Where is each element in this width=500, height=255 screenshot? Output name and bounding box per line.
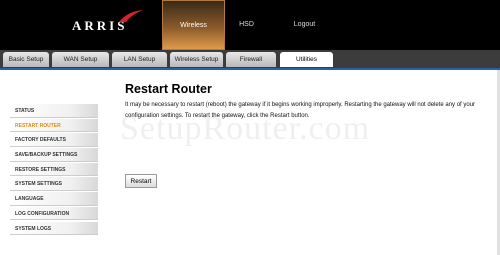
sub-navigation: Basic Setup WAN Setup LAN Setup Wireless…: [0, 50, 500, 68]
sidebar-item-restore-settings[interactable]: RESTORE SETTINGS: [10, 162, 98, 177]
restart-button[interactable]: Restart: [125, 174, 157, 188]
sidebar-item-system-logs[interactable]: SYSTEM LOGS: [10, 221, 98, 235]
tab-hsd[interactable]: HSD: [215, 0, 278, 50]
sidebar-item-save-backup-settings[interactable]: SAVE/BACKUP SETTINGS: [10, 148, 98, 162]
page-title: Restart Router: [125, 82, 212, 96]
nav-divider: [0, 68, 500, 70]
subtab-wireless-setup[interactable]: Wireless Setup: [170, 52, 223, 67]
sidebar-item-restart-router[interactable]: RESTART ROUTER: [10, 118, 98, 133]
sidebar-item-factory-defaults[interactable]: FACTORY DEFAULTS: [10, 133, 98, 147]
sidebar-item-language[interactable]: LANGUAGE: [10, 192, 98, 206]
header-bar: ARRIS Wireless HSD Logout: [0, 0, 500, 50]
subtab-wan-setup[interactable]: WAN Setup: [52, 52, 109, 67]
tab-logout[interactable]: Logout: [273, 0, 336, 50]
subtab-lan-setup[interactable]: LAN Setup: [112, 52, 167, 67]
utilities-sidebar: STATUS RESTART ROUTER FACTORY DEFAULTS S…: [10, 104, 98, 236]
sidebar-item-log-configuration[interactable]: LOG CONFIGURATION: [10, 206, 98, 221]
subtab-basic-setup[interactable]: Basic Setup: [3, 52, 49, 67]
logo-swoosh-icon: [119, 10, 143, 22]
subtab-utilities[interactable]: Utilities: [280, 52, 333, 67]
sidebar-item-status[interactable]: STATUS: [10, 104, 98, 118]
sidebar-item-system-settings[interactable]: SYSTEM SETTINGS: [10, 177, 98, 191]
restart-description: It may be necessary to restart (reboot) …: [125, 102, 476, 119]
subtab-firewall[interactable]: Firewall: [226, 52, 276, 67]
